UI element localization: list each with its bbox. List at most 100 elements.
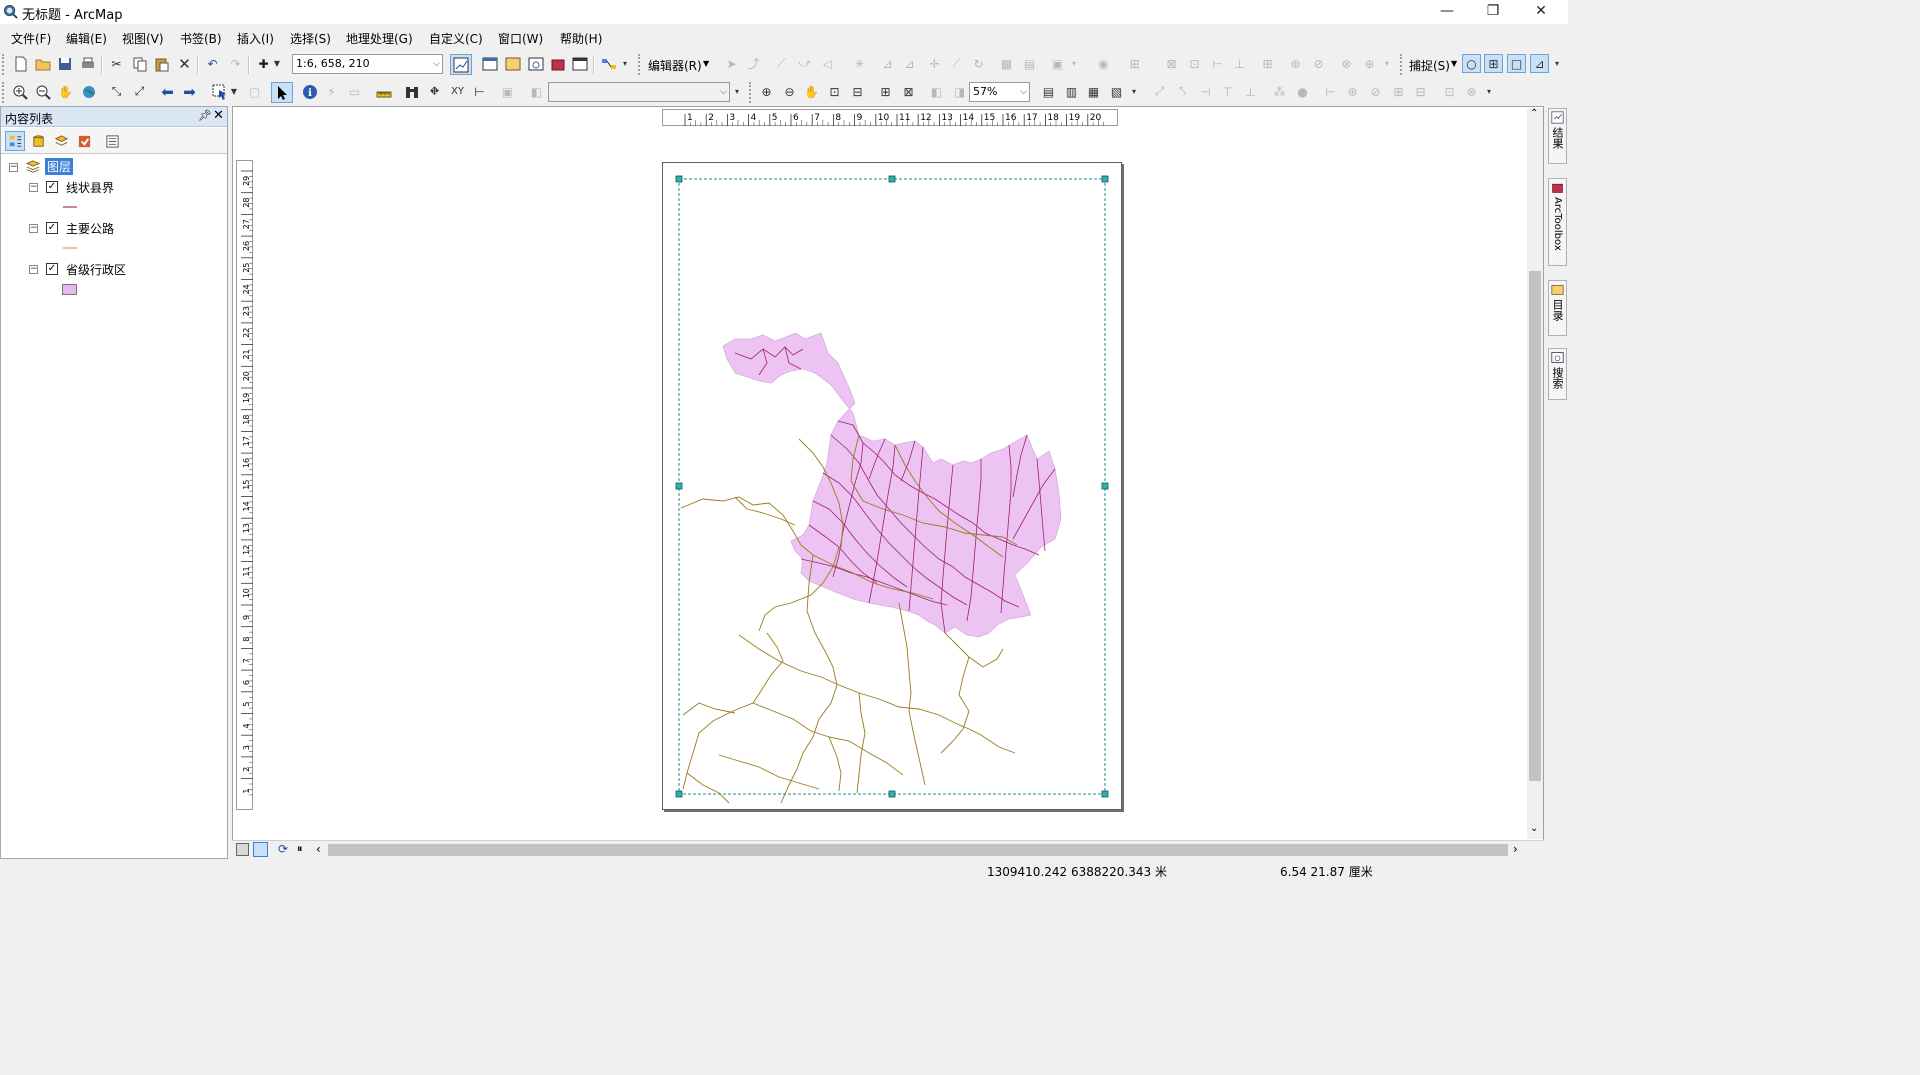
georeferencing-tool-9[interactable]: ⊛ — [1343, 82, 1362, 101]
menu-file[interactable]: 文件(F) — [11, 30, 51, 47]
data-view-button[interactable] — [236, 843, 249, 856]
collapse-toggle[interactable]: − — [9, 163, 18, 172]
editor-menu[interactable]: 编辑器(R) — [648, 57, 702, 74]
zoom-out-button[interactable] — [33, 82, 52, 101]
split-button[interactable]: ⟋ — [947, 54, 966, 73]
create-features-button[interactable]: ▣ — [1048, 54, 1067, 73]
catalog-dock-tab[interactable]: 目录 — [1548, 280, 1567, 336]
scroll-down-arrow[interactable]: ⌄ — [1530, 823, 1538, 834]
edge-snapping-button[interactable]: ⊿ — [1530, 54, 1549, 73]
measure-button[interactable] — [374, 82, 393, 101]
point-tool-button[interactable]: ✳ — [850, 54, 869, 73]
toolbar-grip[interactable] — [2, 54, 6, 75]
select-features-button[interactable] — [210, 82, 229, 101]
toolbar-overflow-button[interactable]: ▾ — [1383, 54, 1391, 73]
arctoolbox-dock-tab[interactable]: ArcToolbox — [1548, 178, 1567, 266]
zoom-whole-page-button[interactable]: ⊡ — [825, 82, 844, 101]
layer-visibility-checkbox[interactable]: ✓ — [46, 181, 58, 193]
search-dock-tab[interactable]: 搜索 — [1548, 348, 1567, 400]
toggle-draft-mode-button[interactable]: ▤ — [1039, 82, 1058, 101]
list-by-visibility-button[interactable] — [51, 131, 71, 151]
table-of-contents-button[interactable] — [480, 54, 499, 73]
georeferencing-tool-1[interactable]: ⤢ — [1150, 82, 1169, 101]
copy-parallel-button[interactable]: ⊗ — [1337, 54, 1356, 73]
line-intersection-button[interactable]: ⊥ — [1230, 54, 1249, 73]
close-button[interactable]: ✕ — [1518, 0, 1564, 24]
open-button[interactable] — [33, 54, 52, 73]
go-to-xy-button[interactable]: XY — [448, 82, 467, 101]
menu-geoprocessing[interactable]: 地理处理(G) — [346, 30, 413, 47]
cut-button[interactable]: ✂ — [107, 54, 126, 73]
select-features-dropdown[interactable]: ▼ — [229, 82, 239, 101]
pin-icon[interactable]: 📌︎ — [198, 109, 212, 122]
add-data-dropdown[interactable]: ▼ — [272, 54, 282, 73]
full-extent-button[interactable] — [79, 82, 98, 101]
layer-visibility-checkbox[interactable]: ✓ — [46, 263, 58, 275]
editor-toolbar-toggle[interactable] — [450, 54, 472, 75]
clear-selection-button[interactable]: ▢ — [245, 82, 264, 101]
menu-help[interactable]: 帮助(H) — [560, 30, 602, 47]
layout-fixed-zoom-in-button[interactable]: ⊞ — [876, 82, 895, 101]
sketch-properties-button[interactable]: ▤ — [1020, 54, 1039, 73]
fill-symbol-swatch[interactable] — [62, 284, 77, 295]
refresh-icon[interactable]: ⟳ — [278, 842, 288, 856]
close-icon[interactable]: ✕ — [213, 108, 224, 123]
layout-go-forward-button[interactable]: ◨ — [950, 82, 969, 101]
search-window-button[interactable] — [526, 54, 545, 73]
georeferencing-tool-2[interactable]: ⤣ — [1173, 82, 1192, 101]
zoom-in-button[interactable] — [10, 82, 29, 101]
georeferencing-tool-5[interactable]: ⊥ — [1241, 82, 1260, 101]
minimize-button[interactable]: — — [1424, 0, 1470, 24]
change-layout-button[interactable]: ▦ — [1084, 82, 1103, 101]
data-frame-label[interactable]: 图层 — [45, 158, 74, 175]
georeferencing-tool-14[interactable]: ⊗ — [1462, 82, 1481, 101]
layer-name[interactable]: 主要公路 — [66, 220, 114, 237]
toolbar-grip[interactable] — [2, 82, 6, 103]
pan-button[interactable]: ✋ — [56, 82, 75, 101]
map-data-frame[interactable] — [663, 163, 1123, 811]
end-snapping-button[interactable]: ⊞ — [1484, 54, 1503, 73]
list-by-source-button[interactable] — [28, 131, 48, 151]
html-popup-button[interactable]: ▭ — [345, 82, 364, 101]
paste-button[interactable] — [152, 54, 171, 73]
trace-button[interactable]: ◁ — [818, 54, 837, 73]
horizontal-scroll-thumb[interactable] — [328, 844, 1508, 856]
zoom-100-button[interactable]: ⊟ — [848, 82, 867, 101]
layer-visibility-checkbox[interactable]: ✓ — [46, 222, 58, 234]
toolbar-overflow-button[interactable]: ▾ — [1485, 82, 1493, 101]
go-forward-button[interactable]: ➡ — [180, 82, 199, 101]
layout-zoom-combo[interactable]: 57% ⌵ — [969, 82, 1030, 102]
model-builder-button[interactable] — [599, 54, 618, 73]
undo-button[interactable]: ↶ — [203, 54, 222, 73]
menu-windows[interactable]: 窗口(W) — [498, 30, 543, 47]
data-driven-pages-button[interactable]: ▧ — [1107, 82, 1126, 101]
edit-vertices-button[interactable]: ⊿ — [878, 54, 897, 73]
list-by-drawing-order-button[interactable] — [5, 131, 25, 151]
copy-button[interactable] — [130, 54, 149, 73]
layout-zoom-out-button[interactable]: ⊖ — [780, 82, 799, 101]
reshape-button[interactable]: ⊿ — [900, 54, 919, 73]
new-document-button[interactable] — [11, 54, 30, 73]
vertical-scrollbar[interactable]: ⌃ ⌄ — [1527, 108, 1543, 839]
toc-options-button[interactable] — [102, 131, 122, 151]
select-elements-button[interactable] — [271, 82, 293, 103]
layout-go-back-button[interactable]: ◧ — [927, 82, 946, 101]
rotate-button[interactable]: ↻ — [969, 54, 988, 73]
attributes-button[interactable]: ▦ — [997, 54, 1016, 73]
pause-drawing-icon[interactable]: ⏸︎ — [297, 842, 303, 856]
georeference-button[interactable]: ◉ — [1094, 54, 1113, 73]
redo-button[interactable]: ↷ — [226, 54, 245, 73]
layout-pan-button[interactable]: ✋ — [802, 82, 821, 101]
add-data-button[interactable]: ✚ — [254, 54, 273, 73]
menu-bookmarks[interactable]: 书签(B) — [180, 30, 222, 47]
scroll-left-arrow[interactable]: ‹ — [316, 842, 321, 856]
generalize-button[interactable]: ⊛ — [1286, 54, 1305, 73]
map-scale-combo[interactable]: 1:6, 658, 210 ⌵ — [292, 54, 443, 74]
construct-features-button[interactable]: ⊕ — [1360, 54, 1379, 73]
georeferencing-tool-11[interactable]: ⊞ — [1389, 82, 1408, 101]
smooth-button[interactable]: ⊘ — [1309, 54, 1328, 73]
layer-dropdown-button[interactable]: ◧ — [527, 82, 546, 101]
cut-polygons-button[interactable]: ✛ — [925, 54, 944, 73]
georeferencing-tool-13[interactable]: ⊡ — [1440, 82, 1459, 101]
menu-view[interactable]: 视图(V) — [122, 30, 164, 47]
